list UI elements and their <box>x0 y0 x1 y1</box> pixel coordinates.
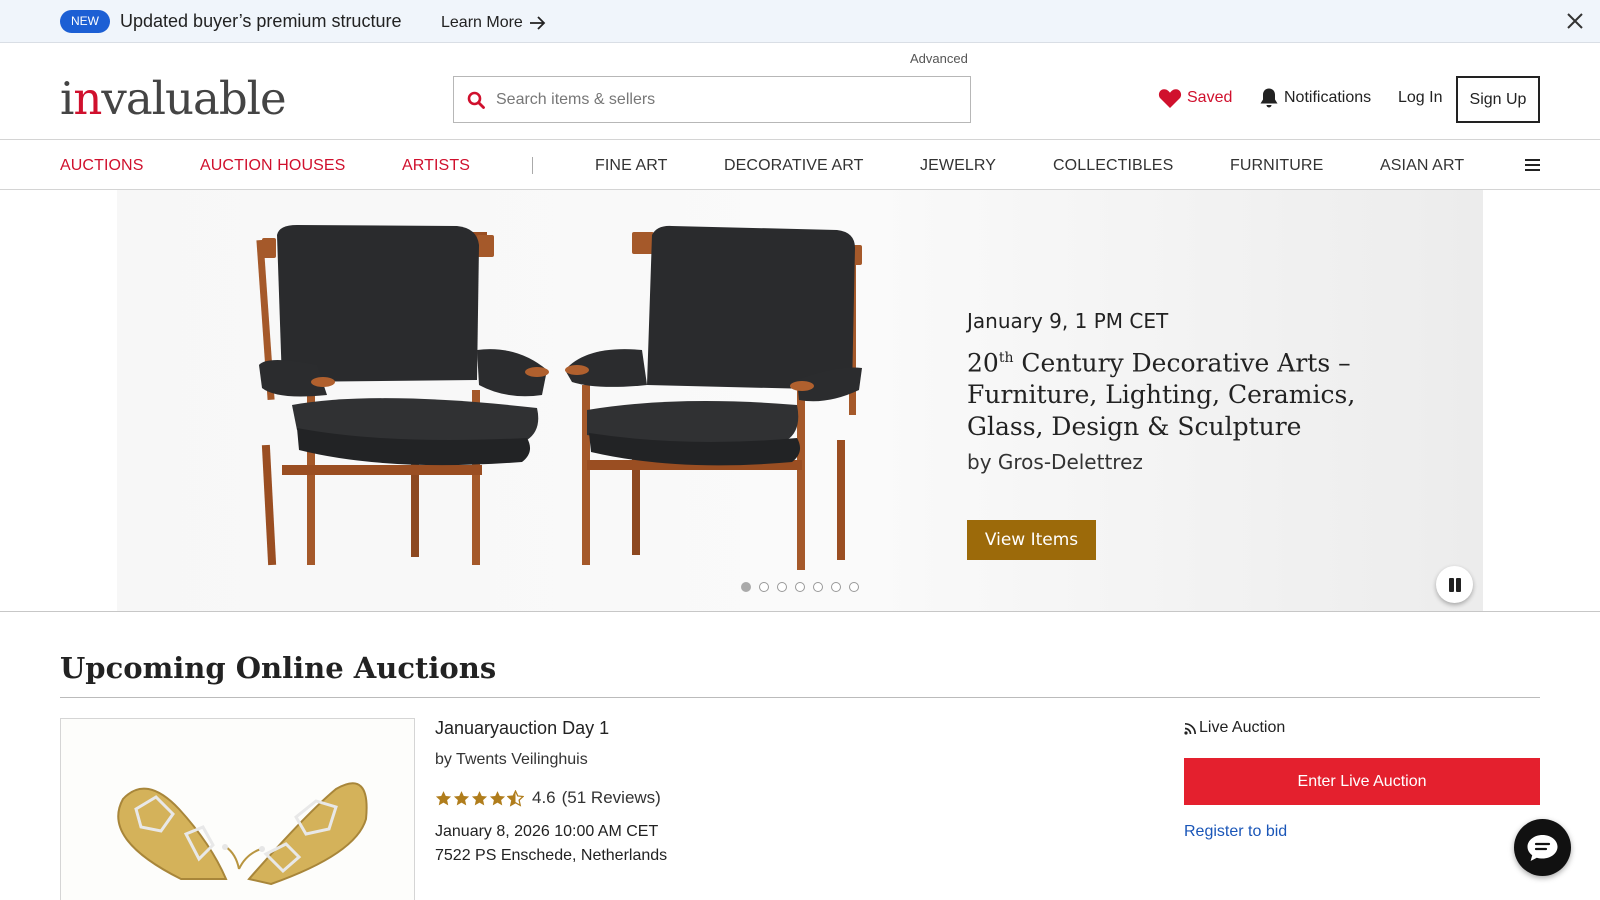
review-count: (51 Reviews) <box>561 788 661 807</box>
auction-location: 7522 PS Enschede, Netherlands <box>435 847 668 864</box>
chair-left <box>256 225 549 566</box>
live-auction-text: Live Auction <box>1199 719 1286 736</box>
new-badge: NEW <box>60 10 110 33</box>
advanced-search-link[interactable]: Advanced <box>910 51 968 66</box>
nav-collectibles[interactable]: COLLECTIBLES <box>1053 156 1173 176</box>
hero-auction-house: by Gros-Delettrez <box>967 450 1143 475</box>
auction-house-name[interactable]: by Twents Veilinghuis <box>435 750 588 770</box>
chair-right <box>565 225 862 570</box>
arrow-right-icon <box>529 16 546 30</box>
hero-title-number: 20 <box>967 348 999 378</box>
section-divider <box>60 697 1540 698</box>
carousel-dots <box>741 582 859 592</box>
heart-icon <box>1158 89 1182 108</box>
hero-date: January 9, 1 PM CET <box>967 309 1169 333</box>
star-icon <box>435 790 452 805</box>
carousel-dot-2[interactable] <box>759 582 769 592</box>
invaluable-logo[interactable]: invaluable <box>60 72 287 125</box>
close-icon[interactable] <box>1564 10 1586 32</box>
nav-auctions[interactable]: AUCTIONS <box>60 156 143 176</box>
logo-letter-n: n <box>73 72 102 125</box>
nav-asian-art[interactable]: ASIAN ART <box>1380 156 1464 176</box>
category-nav: AUCTIONS AUCTION HOUSES ARTISTS FINE ART… <box>0 140 1600 190</box>
star-icon <box>489 790 506 805</box>
search-input[interactable] <box>496 77 966 122</box>
nav-separator <box>532 157 533 174</box>
enter-live-auction-button[interactable]: Enter Live Auction <box>1184 758 1540 805</box>
carousel-dot-1[interactable] <box>741 582 751 592</box>
search-box <box>453 76 971 123</box>
butterfly-brooch-image <box>61 719 414 900</box>
star-icon <box>453 790 470 805</box>
rating-value: 4.6 <box>532 788 556 807</box>
auction-date: January 8, 2026 10:00 AM CET <box>435 823 659 840</box>
sign-up-button[interactable]: Sign Up <box>1456 76 1540 123</box>
pause-icon[interactable] <box>1436 566 1473 603</box>
announcement-message: Updated buyer’s premium structure <box>120 11 402 31</box>
hero-image-lounge-chairs[interactable] <box>117 190 917 611</box>
hero-title: 20th Century Decorative Arts – Furniture… <box>967 342 1387 443</box>
nav-jewelry[interactable]: JEWELRY <box>920 156 996 176</box>
carousel-dot-4[interactable] <box>795 582 805 592</box>
logo-rest: valuable <box>101 72 286 125</box>
nav-auction-houses[interactable]: AUCTION HOUSES <box>200 156 345 176</box>
learn-more-link[interactable]: Learn More <box>441 12 546 34</box>
carousel-dot-7[interactable] <box>849 582 859 592</box>
saved-link[interactable]: Saved <box>1158 87 1232 109</box>
auction-title-link[interactable]: Januaryauction Day 1 <box>435 717 609 739</box>
hero-title-text: Century Decorative Arts – Furniture, Lig… <box>967 348 1356 442</box>
logo-letter-i: i <box>60 72 74 125</box>
chat-button[interactable] <box>1514 819 1571 876</box>
chat-bubble-icon <box>1527 835 1558 861</box>
site-header: invaluable Advanced Saved Notifications … <box>0 43 1600 140</box>
carousel-dot-5[interactable] <box>813 582 823 592</box>
search-icon <box>467 91 485 109</box>
star-rating <box>435 789 524 807</box>
log-in-link[interactable]: Log In <box>1398 89 1442 107</box>
hero-title-ordinal: th <box>998 350 1014 366</box>
bell-icon <box>1260 88 1278 108</box>
carousel-dot-6[interactable] <box>831 582 841 592</box>
notifications-label: Notifications <box>1284 89 1372 106</box>
view-items-button[interactable]: View Items <box>967 520 1096 560</box>
auction-rating[interactable]: 4.6 (51 Reviews) <box>435 787 661 809</box>
section-title: Upcoming Online Auctions <box>60 651 497 685</box>
star-icon <box>471 790 488 805</box>
auction-thumbnail[interactable] <box>60 718 415 900</box>
half-star-icon <box>507 789 524 807</box>
hero-text-block: January 9, 1 PM CET 20th Century Decorat… <box>967 308 1387 477</box>
nav-artists[interactable]: ARTISTS <box>402 156 470 176</box>
nav-fine-art[interactable]: FINE ART <box>595 156 668 176</box>
nav-furniture[interactable]: FURNITURE <box>1230 156 1323 176</box>
announcement-bar: NEW Updated buyer’s premium structure Le… <box>0 0 1600 43</box>
hamburger-menu-icon[interactable] <box>1525 159 1540 171</box>
register-to-bid-link[interactable]: Register to bid <box>1184 822 1287 842</box>
notifications-link[interactable]: Notifications <box>1259 87 1371 109</box>
hero-carousel: January 9, 1 PM CET 20th Century Decorat… <box>0 190 1600 612</box>
learn-more-label: Learn More <box>441 14 523 31</box>
saved-label: Saved <box>1187 89 1233 106</box>
rss-live-icon <box>1184 722 1197 735</box>
nav-decorative-art[interactable]: DECORATIVE ART <box>724 156 864 176</box>
live-auction-label: Live Auction <box>1184 718 1285 738</box>
carousel-dot-3[interactable] <box>777 582 787 592</box>
